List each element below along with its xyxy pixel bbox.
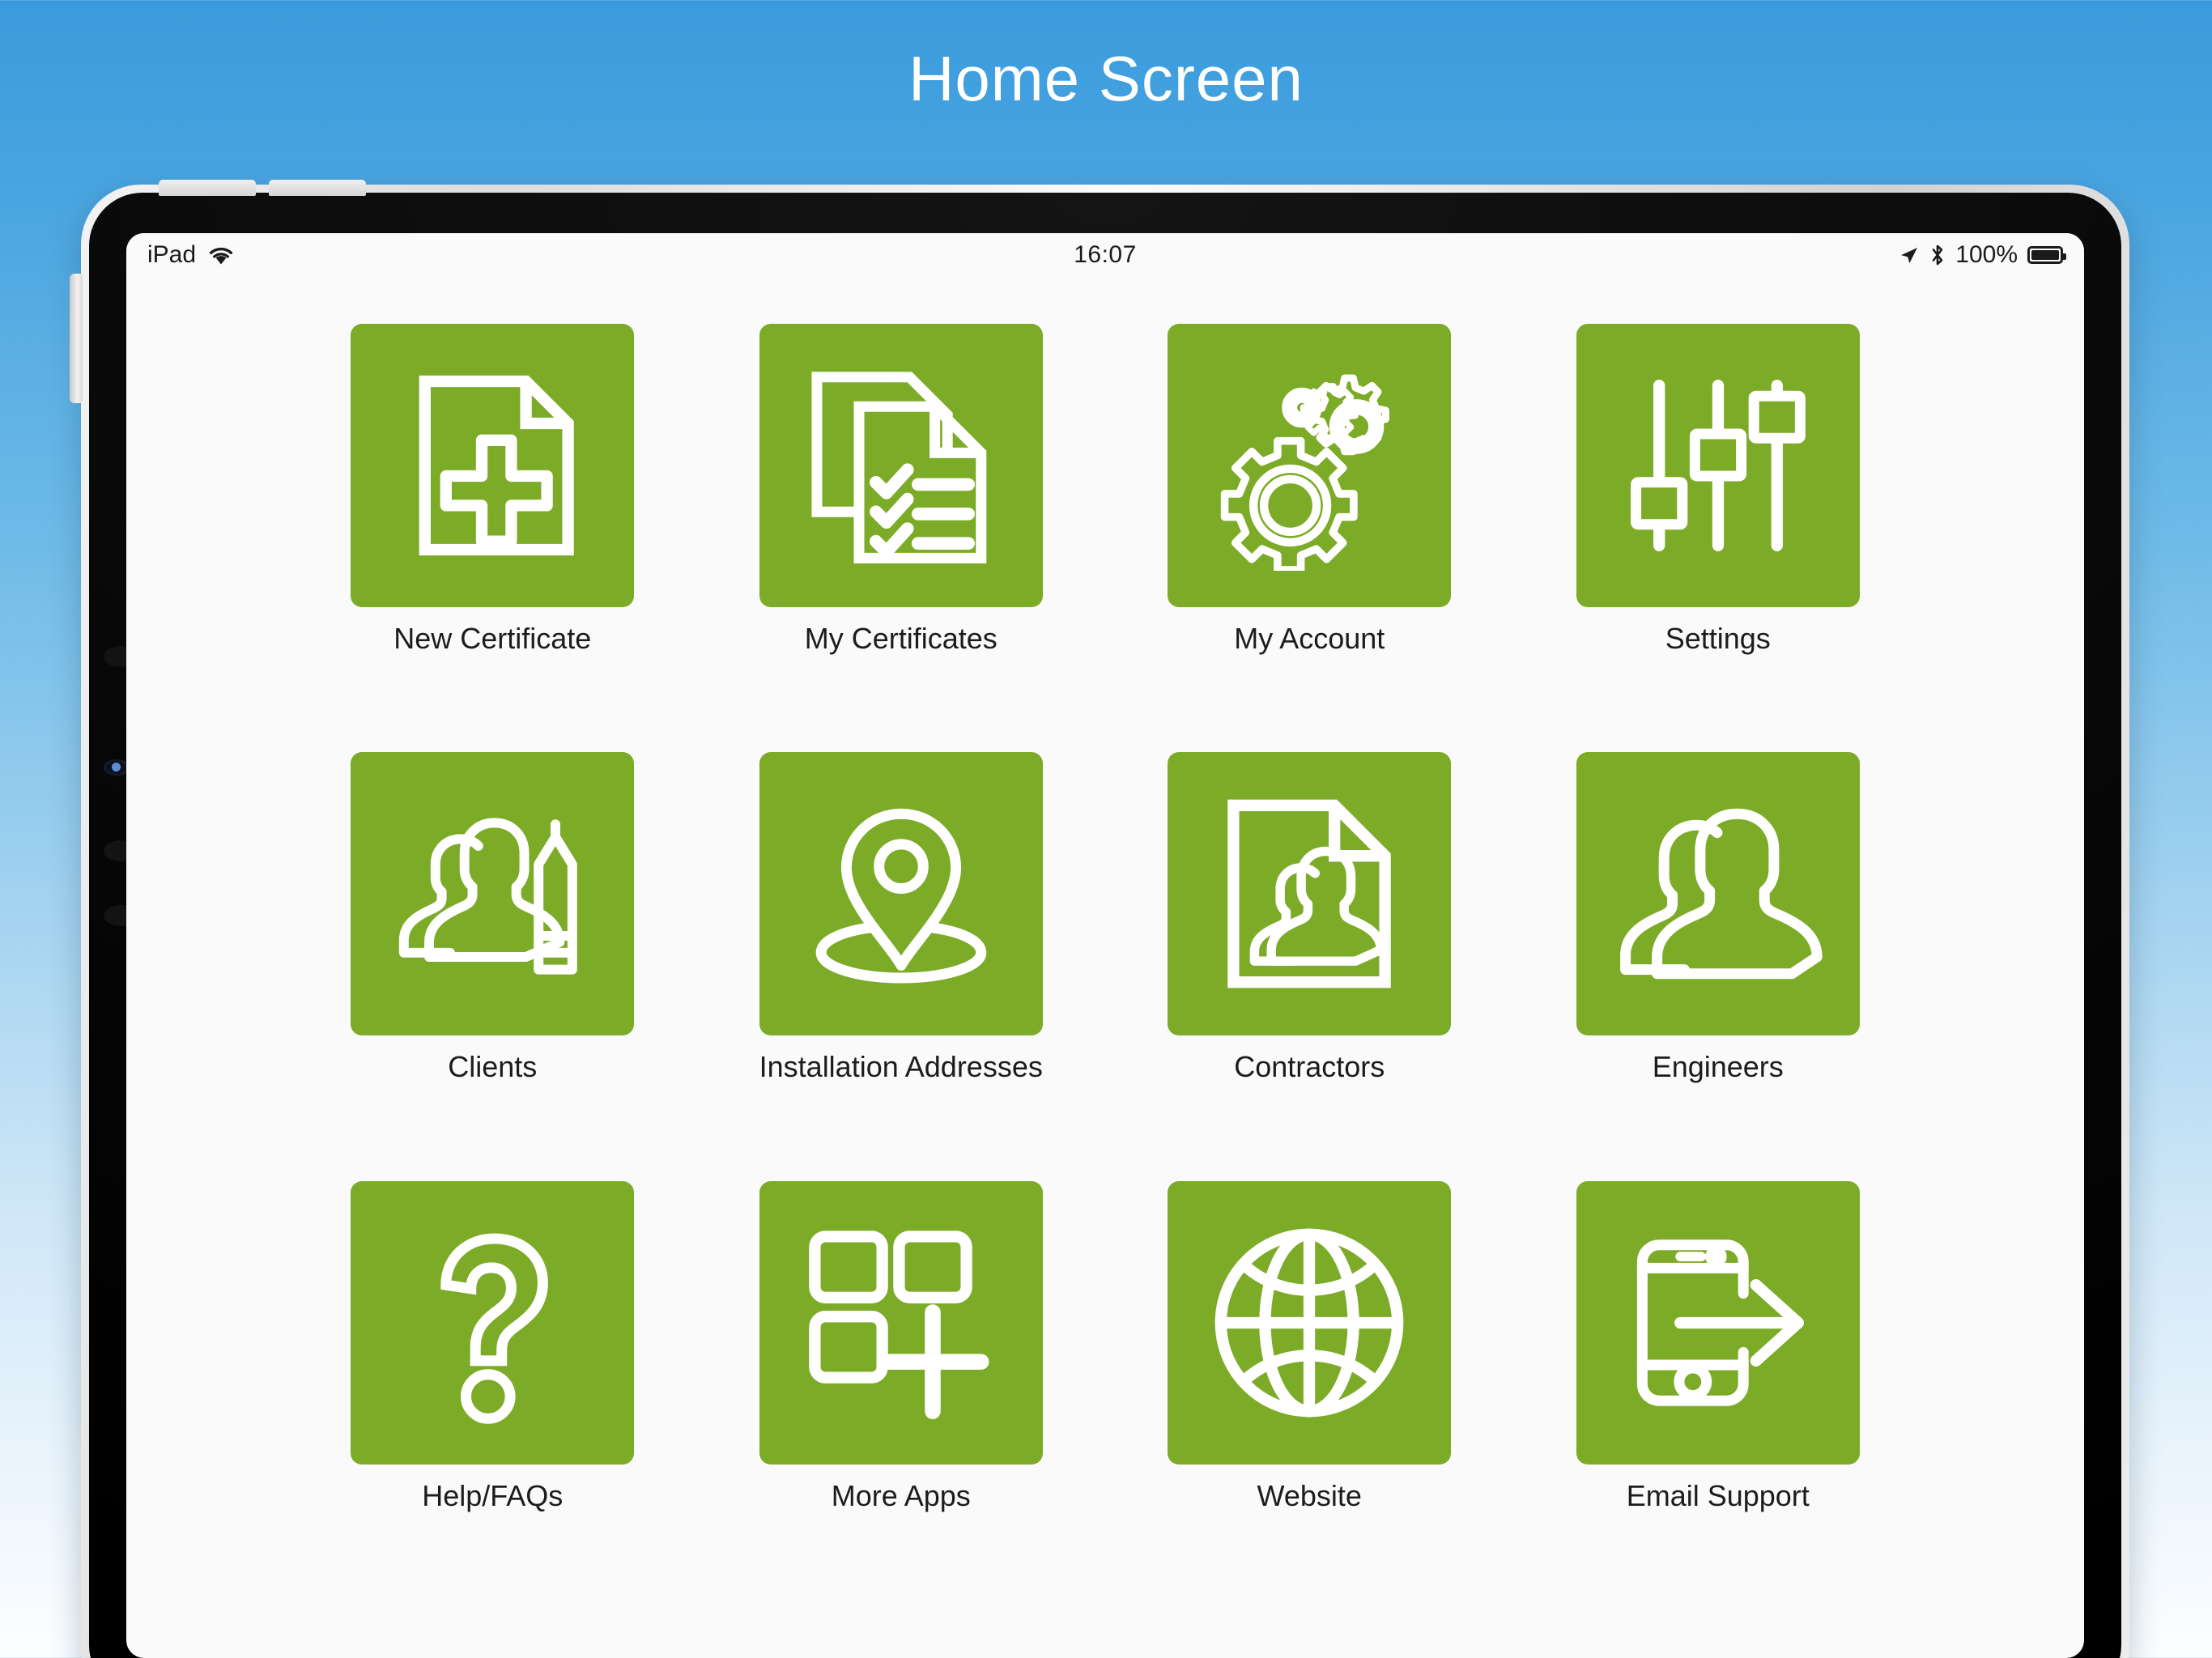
app-tile-label: More Apps <box>831 1478 971 1512</box>
tile-icon-background <box>1168 324 1452 607</box>
tile-icon-background <box>759 752 1043 1036</box>
bluetooth-icon <box>1929 244 1946 266</box>
tile-icon-background <box>1576 324 1860 607</box>
tile-icon-background <box>351 1180 635 1465</box>
tile-icon-background <box>351 752 635 1036</box>
app-grid-plus-icon <box>796 1218 1006 1428</box>
app-tile-website[interactable]: Website <box>1105 1180 1514 1601</box>
app-tile-my-certificates[interactable]: My Certificates <box>697 324 1106 744</box>
tablet-screen: iPad 16:07 100% New Certificate My Certi… <box>126 233 2084 1658</box>
app-tile-contractors[interactable]: Contractors <box>1105 752 1514 1172</box>
location-arrow-icon <box>1899 244 1920 266</box>
app-tile-settings[interactable]: Settings <box>1514 324 1923 744</box>
app-tile-label: Website <box>1257 1478 1362 1512</box>
battery-full-icon <box>2027 246 2067 264</box>
app-tile-label: Installation Addresses <box>759 1050 1043 1084</box>
app-tile-label: Engineers <box>1652 1050 1784 1084</box>
tile-icon-background <box>1168 752 1452 1036</box>
app-tile-label: New Certificate <box>393 622 592 655</box>
app-tile-new-certificate[interactable]: New Certificate <box>288 324 697 744</box>
document-people-icon <box>1204 789 1414 999</box>
app-tile-label: My Account <box>1234 622 1385 655</box>
app-tile-label: Clients <box>448 1050 538 1084</box>
app-tile-help-faqs[interactable]: Help/FAQs <box>288 1180 697 1601</box>
map-pin-icon <box>796 789 1006 999</box>
volume-up-button[interactable] <box>159 180 256 196</box>
question-mark-icon <box>387 1218 598 1428</box>
tile-icon-background <box>1576 752 1860 1036</box>
clock-label: 16:07 <box>1074 241 1137 268</box>
people-icon <box>1613 789 1823 999</box>
status-bar-clock: 16:07 <box>1074 241 1137 269</box>
status-bar: iPad 16:07 100% <box>126 233 2084 277</box>
tile-icon-background <box>1576 1180 1860 1465</box>
front-camera-lens-icon <box>112 763 121 772</box>
status-bar-right: 100% <box>1137 241 2067 269</box>
app-tile-installation-addresses[interactable]: Installation Addresses <box>697 752 1106 1172</box>
status-bar-left: iPad <box>147 241 1074 269</box>
tile-icon-background <box>351 324 635 607</box>
battery-percent-label: 100% <box>1955 241 2018 268</box>
app-tile-more-apps[interactable]: More Apps <box>697 1180 1106 1601</box>
globe-icon <box>1204 1218 1414 1428</box>
app-tile-clients[interactable]: Clients <box>288 752 697 1172</box>
phone-arrow-icon <box>1613 1218 1823 1428</box>
gears-icon <box>1204 360 1414 571</box>
app-tile-email-support[interactable]: Email Support <box>1514 1180 1923 1601</box>
sliders-icon <box>1613 360 1823 571</box>
documents-checklist-icon <box>796 360 1006 571</box>
app-grid: New Certificate My Certificates My Accou… <box>126 277 2084 1658</box>
page-title: Home Screen <box>908 43 1304 114</box>
app-tile-engineers[interactable]: Engineers <box>1514 752 1923 1172</box>
people-pencil-icon <box>387 789 598 999</box>
wifi-icon <box>207 244 235 266</box>
app-tile-label: Settings <box>1665 622 1771 655</box>
app-tile-label: Help/FAQs <box>422 1478 564 1512</box>
app-tile-my-account[interactable]: My Account <box>1105 324 1514 744</box>
app-tile-label: Email Support <box>1626 1478 1810 1512</box>
device-name-label: iPad <box>147 241 197 268</box>
tablet-device: iPad 16:07 100% New Certificate My Certi… <box>70 180 2129 1658</box>
document-plus-icon <box>387 360 598 571</box>
app-tile-label: My Certificates <box>804 622 998 655</box>
tile-icon-background <box>1168 1180 1452 1465</box>
tablet-bezel: iPad 16:07 100% New Certificate My Certi… <box>70 180 2121 1658</box>
volume-down-button[interactable] <box>269 180 366 196</box>
power-button[interactable] <box>70 274 83 403</box>
tile-icon-background <box>759 324 1043 607</box>
tile-icon-background <box>759 1180 1043 1465</box>
app-tile-label: Contractors <box>1234 1050 1385 1084</box>
